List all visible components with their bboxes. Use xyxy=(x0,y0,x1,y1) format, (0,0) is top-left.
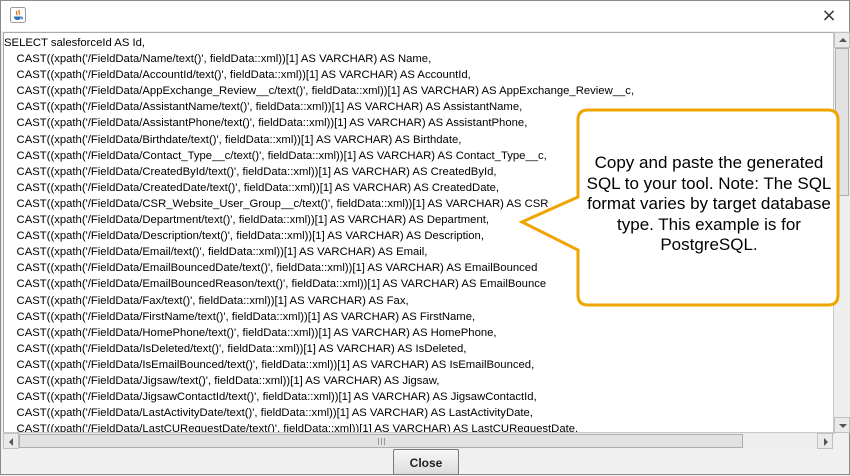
code-line[interactable]: CAST((xpath('/FieldData/Contact_Type__c/… xyxy=(4,148,634,164)
code-line[interactable]: CAST((xpath('/FieldData/AssistantName/te… xyxy=(4,99,634,115)
code-line[interactable]: CAST((xpath('/FieldData/Birthdate/text()… xyxy=(4,132,634,148)
code-line[interactable]: CAST((xpath('/FieldData/IsDeleted/text()… xyxy=(4,341,634,357)
callout-text: Copy and paste the generated SQL to your… xyxy=(586,153,832,254)
vertical-scrollbar[interactable] xyxy=(833,32,850,433)
code-line[interactable]: CAST((xpath('/FieldData/FirstName/text()… xyxy=(4,309,634,325)
scroll-down-button[interactable] xyxy=(834,417,850,433)
code-line[interactable]: CAST((xpath('/FieldData/EmailBouncedReas… xyxy=(4,276,634,292)
title-bar[interactable]: × xyxy=(1,1,849,31)
code-line[interactable]: CAST((xpath('/FieldData/HomePhone/text()… xyxy=(4,325,634,341)
code-line[interactable]: CAST((xpath('/FieldData/CreatedById/text… xyxy=(4,164,634,180)
window-close-icon[interactable]: × xyxy=(819,6,839,26)
scroll-up-button[interactable] xyxy=(834,32,850,48)
java-icon xyxy=(10,7,26,23)
grip-line xyxy=(378,438,379,445)
code-line[interactable]: CAST((xpath('/FieldData/Email/text()', f… xyxy=(4,244,634,260)
code-line[interactable]: CAST((xpath('/FieldData/AppExchange_Revi… xyxy=(4,83,635,99)
close-button[interactable]: Close xyxy=(393,449,459,475)
grip-line xyxy=(381,438,382,445)
chevron-left-icon xyxy=(9,438,13,446)
code-line[interactable]: CAST((xpath('/FieldData/CreatedDate/text… xyxy=(4,180,634,196)
scroll-left-button[interactable] xyxy=(3,433,19,449)
code-line[interactable]: CAST((xpath('/FieldData/AccountId/text()… xyxy=(4,67,634,83)
sql-code[interactable]: SELECT salesforceId AS Id, CAST((xpath('… xyxy=(4,35,635,433)
code-line[interactable]: CAST((xpath('/FieldData/Fax/text()', fie… xyxy=(4,293,634,309)
horizontal-scroll-thumb[interactable] xyxy=(19,434,743,448)
horizontal-scrollbar[interactable] xyxy=(3,432,833,449)
code-line[interactable]: CAST((xpath('/FieldData/CSR_Website_User… xyxy=(4,196,634,212)
chevron-down-icon xyxy=(839,424,847,428)
code-line[interactable]: CAST((xpath('/FieldData/AssistantPhone/t… xyxy=(4,115,634,131)
code-line[interactable]: CAST((xpath('/FieldData/Jigsaw/text()', … xyxy=(4,373,634,389)
code-line[interactable]: SELECT salesforceId AS Id, xyxy=(4,35,634,51)
code-line[interactable]: CAST((xpath('/FieldData/IsEmailBounced/t… xyxy=(4,357,634,373)
code-line[interactable]: CAST((xpath('/FieldData/EmailBouncedDate… xyxy=(4,260,634,276)
code-line[interactable]: CAST((xpath('/FieldData/Description/text… xyxy=(4,228,634,244)
scroll-right-button[interactable] xyxy=(817,433,833,449)
code-line[interactable]: CAST((xpath('/FieldData/Department/text(… xyxy=(4,212,634,228)
grip-line xyxy=(384,438,385,445)
chevron-up-icon xyxy=(839,38,847,42)
code-line[interactable]: CAST((xpath('/FieldData/Name/text()', fi… xyxy=(4,51,634,67)
code-line[interactable]: CAST((xpath('/FieldData/JigsawContactId/… xyxy=(4,389,634,405)
vertical-scroll-thumb[interactable] xyxy=(835,48,849,196)
chevron-right-icon xyxy=(824,438,828,446)
code-line[interactable]: CAST((xpath('/FieldData/LastActivityDate… xyxy=(4,405,634,421)
